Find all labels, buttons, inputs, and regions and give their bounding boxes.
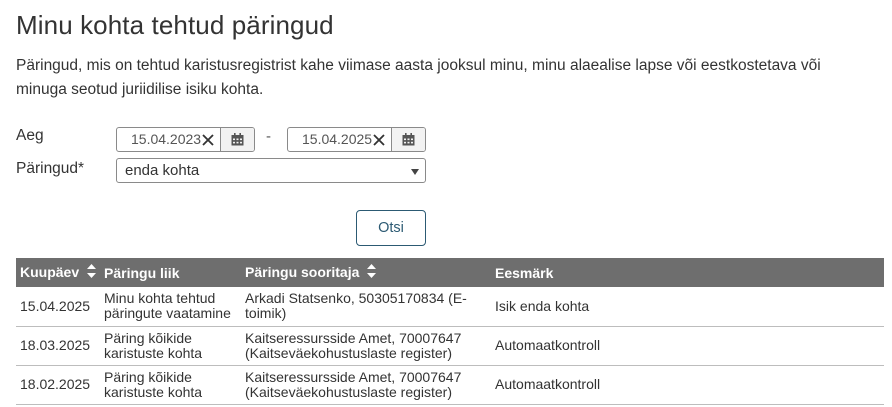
page-title: Minu kohta tehtud päringud [16,10,334,40]
column-header-label: Kuupäev [20,263,80,280]
table-header-row: Kuupäev Päringu liik Päringu sooritaja E… [16,258,884,287]
close-icon[interactable] [201,128,215,151]
cell-purpose: Isik enda kohta [495,297,590,314]
calendar-icon[interactable] [219,128,254,151]
cell-date: 15.04.2025 [20,297,91,314]
date-from-value[interactable]: 15.04.2023 [117,128,201,151]
queries-select[interactable]: enda kohta [116,158,426,183]
calendar-icon[interactable] [390,128,425,151]
cell-performer: Kaitseressursside Amet, 70007647 (Kaitse… [245,368,462,400]
cell-purpose: Automaatkontroll [495,376,601,392]
cell-performer: Kaitseressursside Amet, 70007647 (Kaitse… [245,329,462,361]
column-header-purpose: Eesmärk [491,258,884,287]
queries-label: Päringud* [16,160,85,177]
column-header-type: Päringu liik [100,258,241,287]
cell-date: 18.03.2025 [20,337,91,353]
date-range-separator: - [266,128,271,145]
column-header-performer[interactable]: Päringu sooritaja [241,258,491,287]
column-header-label: Päringu liik [104,264,180,281]
sort-icon[interactable] [367,264,377,281]
date-from-field[interactable]: 15.04.2023 [116,127,255,152]
column-header-date[interactable]: Kuupäev [16,258,100,287]
cell-purpose: Automaatkontroll [495,337,601,353]
search-button[interactable]: Otsi [356,210,426,246]
page-description: Päringud, mis on tehtud karistusregistri… [16,57,821,98]
table-row: 15.04.2025 Minu kohta tehtud päringute v… [16,287,884,326]
chevron-down-icon[interactable] [411,169,419,175]
cell-type: Päring kõikide karistuste kohta [104,329,203,361]
table-row: 18.03.2025 Päring kõikide karistuste koh… [16,326,884,365]
cell-type: Minu kohta tehtud päringute vaatamine [104,290,231,322]
table-row: 18.02.2025 Päring kõikide karistuste koh… [16,365,884,404]
queries-table: Kuupäev Päringu liik Päringu sooritaja E… [16,258,884,405]
column-header-label: Päringu sooritaja [245,263,360,280]
date-to-field[interactable]: 15.04.2025 [287,127,426,152]
close-icon[interactable] [372,128,386,151]
sort-icon[interactable] [87,264,97,281]
time-label: Aeg [16,127,44,144]
date-to-value[interactable]: 15.04.2025 [288,128,372,151]
cell-date: 18.02.2025 [20,376,91,392]
column-header-label: Eesmärk [495,264,554,281]
queries-selected-value: enda kohta [125,162,200,179]
cell-performer: Arkadi Statsenko, 50305170834 (E-toimik) [245,290,467,322]
cell-type: Päring kõikide karistuste kohta [104,368,203,400]
